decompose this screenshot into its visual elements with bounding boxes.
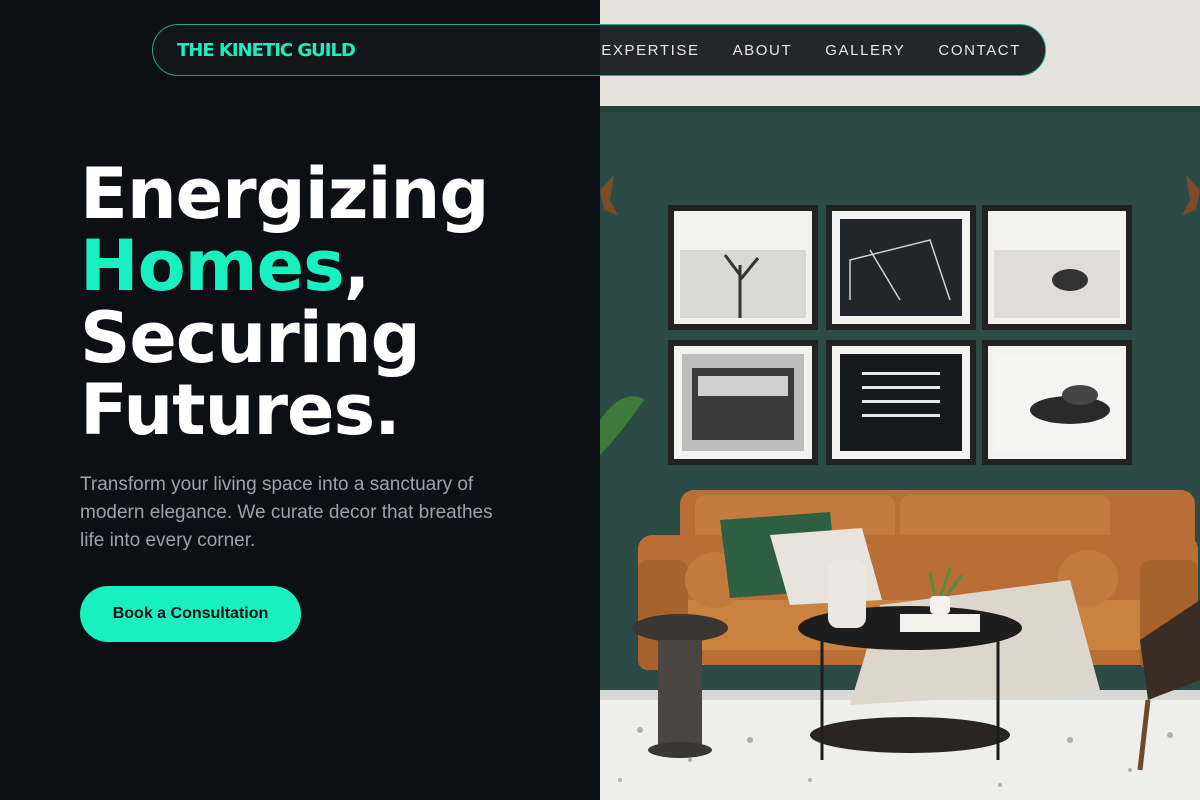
hero-comma: ,: [343, 225, 371, 307]
frame-joshua-tree: [668, 205, 818, 330]
frame-abstract-lines: [826, 205, 976, 330]
frame-bison: [982, 205, 1132, 330]
hero-heading: Energizing Homes, Securing Futures.: [80, 153, 489, 451]
nav-link-gallery[interactable]: GALLERY: [825, 42, 905, 59]
hero-line-futures: Futures.: [80, 369, 401, 451]
nav-link-about[interactable]: ABOUT: [733, 42, 793, 59]
hero-image: [600, 0, 1200, 800]
frame-cable-car: [668, 340, 818, 465]
frame-ufo: [982, 340, 1132, 465]
top-navigation: THE KINETIC GUILD EXPERTISE ABOUT GALLER…: [152, 24, 1046, 76]
hero-accent-homes: Homes: [80, 225, 345, 307]
book-consultation-button[interactable]: Book a Consultation: [80, 586, 301, 642]
brand-logo[interactable]: THE KINETIC GUILD: [177, 40, 356, 61]
nav-link-contact[interactable]: CONTACT: [938, 42, 1021, 59]
hero-description: Transform your living space into a sanct…: [80, 474, 493, 551]
hero-line-homes: Homes,: [80, 230, 488, 302]
frame-cross-pattern: [826, 340, 976, 465]
nav-link-expertise[interactable]: EXPERTISE: [601, 42, 699, 59]
living-room-illustration: [600, 0, 1200, 800]
nav-links: EXPERTISE ABOUT GALLERY CONTACT: [601, 42, 1021, 59]
hero-line-securing: Securing: [80, 297, 421, 379]
hero-line-energizing: Energizing: [80, 153, 489, 235]
hero-panel: Energizing Homes, Securing Futures. Tran…: [0, 0, 600, 800]
